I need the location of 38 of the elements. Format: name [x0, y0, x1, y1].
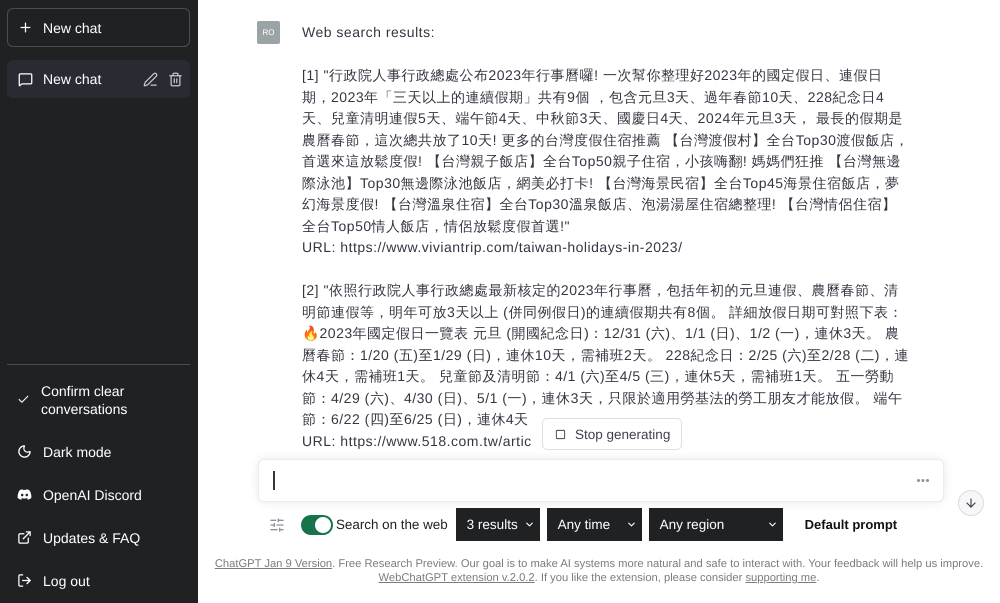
scroll-down-button[interactable]	[958, 490, 984, 516]
pencil-icon[interactable]	[143, 72, 158, 86]
ellipsis-icon	[917, 479, 929, 482]
moon-icon	[17, 444, 32, 459]
footer-link[interactable]: supporting me	[745, 572, 816, 584]
footer-link[interactable]: ChatGPT Jan 9 Version	[214, 558, 332, 570]
chat-item[interactable]: New chat	[7, 60, 190, 98]
dropdown-select[interactable]: Any region	[648, 508, 783, 541]
menu-item[interactable]: Dark mode	[7, 430, 190, 473]
dropdown-select[interactable]: 3 results	[456, 508, 540, 541]
discord-icon	[17, 487, 32, 502]
result-snippet: [1] "行政院人事行政總處公布2023年行事曆囉! 一次幫你整理好2023年的國定假日、連假日期，2023年「三天以上的連續假期」共有9個 ，包含元旦3天、過年春節10天、228紀念日4天、兒童清明連假5天、端午節4天、中秋節3天、國慶日4天、2024年元旦3天， 最長的假期是農曆春節，這次總共放了10天! 更多的台灣度假住宿推薦 【台灣渡假村】全台Top30渡假飯店，首選來這放鬆度假! 【台灣親子飯店】全台Top50親子住宿，小孩嗨翻! 媽媽們狂推 【台灣無邊際泳池】Top30無邊際泳池飯店，網美必打卡! 【台灣海景民宿】全台Top45海景住宿飯店，夢幻海景度假! 【台灣溫泉住宿】全台Top30溫泉飯店、泡湯湯屋住宿總整理! 【台灣情侶住宿】全台Top50情人飯店，情侶放鬆度假首選!"	[302, 66, 909, 236]
trash-icon[interactable]	[168, 72, 183, 86]
footer-link[interactable]: WebChatGPT extension v.2.0.2	[378, 572, 535, 584]
new-chat-button[interactable]: New chat	[7, 8, 190, 47]
plus-icon	[18, 20, 33, 35]
menu-item[interactable]: OpenAI Discord	[7, 473, 190, 516]
dropdown-select[interactable]: Any time	[546, 508, 642, 541]
text-cursor	[273, 471, 275, 490]
result-url: URL: https://www.viviantrip.com/taiwan-holidays-in-2023/	[302, 238, 682, 257]
prompt-button[interactable]: Default prompt	[804, 517, 898, 532]
toggle-label: Search on the web	[336, 517, 448, 532]
chat-bubble-icon	[18, 72, 33, 86]
stop-icon	[555, 428, 566, 440]
message-input[interactable]	[258, 459, 944, 502]
footer-note: WebChatGPT extension v.2.0.2. If you like the extension, please consider supporting me.	[378, 571, 820, 585]
logout-icon	[17, 573, 32, 588]
message-heading: Web search results:	[302, 23, 436, 42]
menu-item[interactable]: Log out	[7, 559, 190, 602]
menu-item[interactable]: Updates & FAQ	[7, 516, 190, 559]
result-url: URL: https://www.518.com.tw/artic	[302, 432, 532, 451]
external-link-icon	[17, 530, 32, 545]
menu-item[interactable]: Confirm clear conversations	[7, 369, 190, 430]
sliders-icon[interactable]	[269, 516, 285, 532]
user-avatar: RO	[257, 21, 280, 44]
stop-generating-button[interactable]: Stop generating	[542, 418, 682, 450]
toggle-switch[interactable]	[301, 514, 333, 534]
footer-note: ChatGPT Jan 9 Version. Free Research Preview. Our goal is to make AI systems more natural and safe to interact with. Your feedback will help us improve.	[214, 557, 984, 571]
